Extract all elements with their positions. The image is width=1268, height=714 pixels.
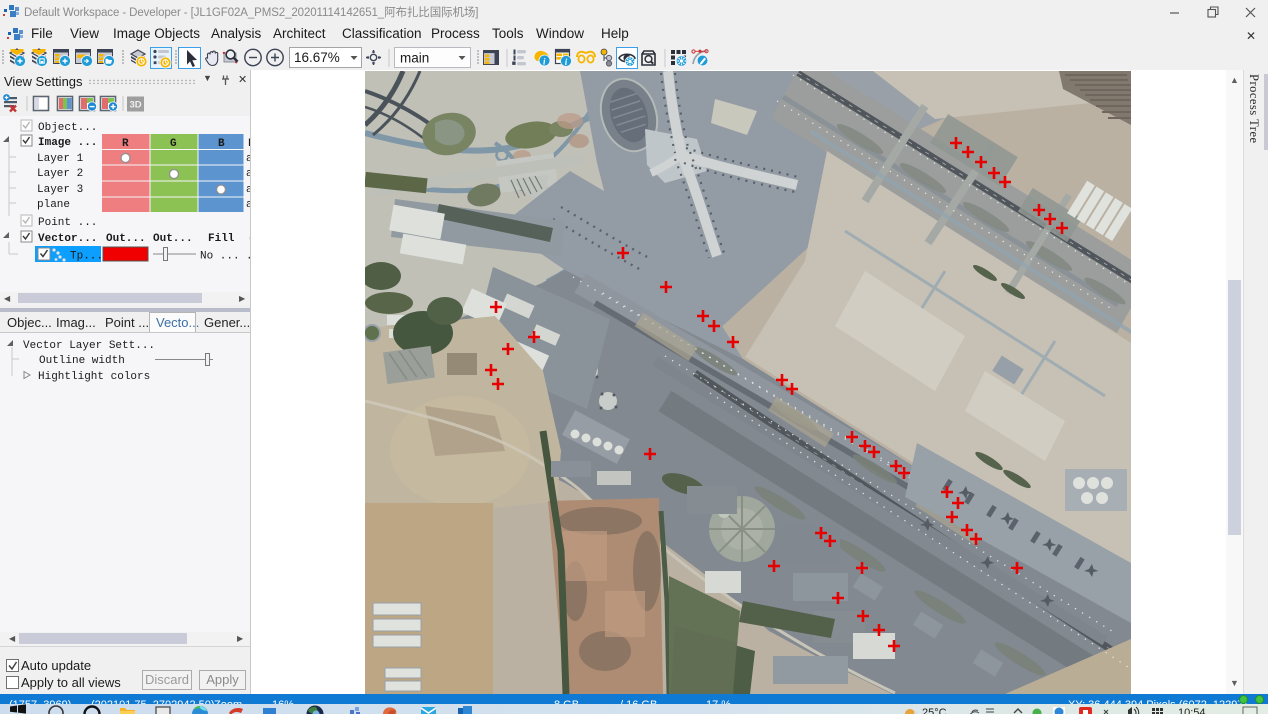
svg-text:Tp...: Tp... [70, 251, 103, 263]
svg-text:Layer 1: Layer 1 [37, 153, 84, 165]
svg-text:16.67%: 16.67% [294, 50, 340, 65]
svg-text:a: a [246, 184, 250, 196]
svg-text:Outline width: Outline width [39, 355, 125, 367]
svg-text:Image ...: Image ... [38, 137, 97, 149]
svg-text:Layer 2: Layer 2 [37, 168, 83, 180]
svg-text:B: B [218, 138, 225, 150]
svg-text:3D: 3D [130, 100, 142, 111]
svg-text:.: . [246, 251, 250, 263]
svg-text:a: a [246, 153, 250, 165]
svg-text:a: a [246, 168, 250, 180]
svg-text:Fill: Fill [208, 233, 235, 245]
svg-text:(: ( [248, 233, 250, 245]
svg-text:Vector...: Vector... [38, 233, 97, 245]
svg-text:a: a [246, 199, 250, 211]
svg-text:main: main [400, 51, 429, 66]
svg-text:No ...: No ... [200, 251, 240, 263]
svg-text:10:54: 10:54 [1178, 707, 1206, 714]
svg-text:plane: plane [37, 199, 70, 211]
svg-text:Out...: Out... [106, 233, 146, 245]
svg-text:Layer 3: Layer 3 [37, 184, 83, 196]
svg-text:Out...: Out... [153, 233, 193, 245]
svg-text:25°C: 25°C [922, 707, 947, 714]
svg-text:Point ...: Point ... [38, 217, 97, 229]
svg-text:Object...: Object... [38, 122, 97, 134]
svg-text:G: G [170, 138, 177, 150]
svg-text:Vector Layer Sett...: Vector Layer Sett... [23, 340, 155, 352]
svg-text:Hightlight colors: Hightlight colors [38, 371, 150, 383]
svg-text:R: R [122, 138, 129, 150]
